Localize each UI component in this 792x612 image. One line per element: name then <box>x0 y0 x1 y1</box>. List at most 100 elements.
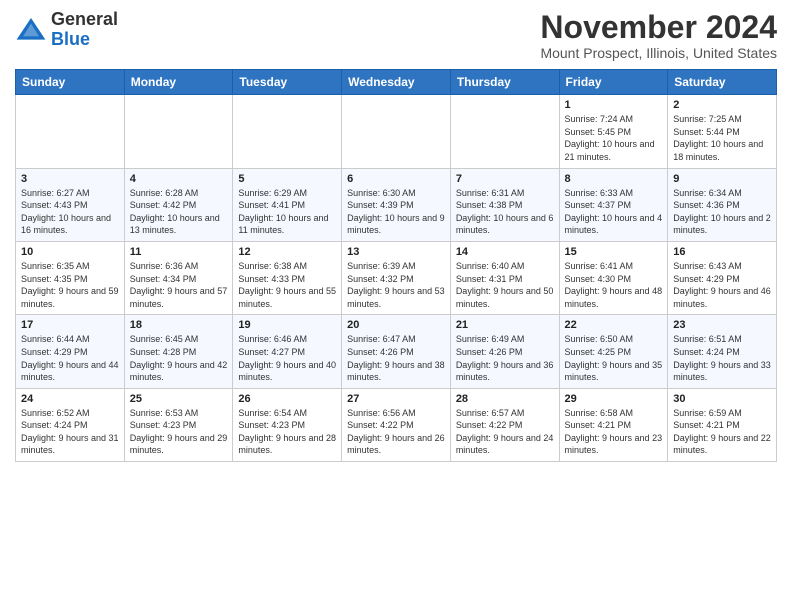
day-info: Sunrise: 6:31 AM Sunset: 4:38 PM Dayligh… <box>456 187 554 237</box>
logo-icon <box>15 14 47 46</box>
day-number: 5 <box>238 173 336 185</box>
calendar-cell <box>233 95 342 168</box>
day-number: 24 <box>21 393 119 405</box>
weekday-header-saturday: Saturday <box>668 70 777 95</box>
day-info: Sunrise: 6:51 AM Sunset: 4:24 PM Dayligh… <box>673 333 771 383</box>
day-info: Sunrise: 6:27 AM Sunset: 4:43 PM Dayligh… <box>21 187 119 237</box>
day-number: 6 <box>347 173 445 185</box>
day-info: Sunrise: 7:24 AM Sunset: 5:45 PM Dayligh… <box>565 113 663 163</box>
calendar-week-row: 24 Sunrise: 6:52 AM Sunset: 4:24 PM Dayli… <box>16 388 777 461</box>
calendar-cell: 23 Sunrise: 6:51 AM Sunset: 4:24 PM Dayli… <box>668 315 777 388</box>
weekday-header-friday: Friday <box>559 70 668 95</box>
calendar-cell: 18Sunrise: 6:45 AM Sunset: 4:28 PM Dayli… <box>124 315 233 388</box>
title-block: November 2024 Mount Prospect, Illinois, … <box>540 10 777 61</box>
calendar-cell: 21 Sunrise: 6:49 AM Sunset: 4:26 PM Dayli… <box>450 315 559 388</box>
day-number: 15 <box>565 246 663 258</box>
calendar-cell <box>450 95 559 168</box>
day-number: 9 <box>673 173 771 185</box>
day-number: 3 <box>21 173 119 185</box>
page: General Blue November 2024 Mount Prospec… <box>0 0 792 477</box>
calendar-cell: 20 Sunrise: 6:47 AM Sunset: 4:26 PM Dayli… <box>342 315 451 388</box>
calendar-cell: 16Sunrise: 6:43 AM Sunset: 4:29 PM Dayli… <box>668 241 777 314</box>
day-info: Sunrise: 6:58 AM Sunset: 4:21 PM Dayligh… <box>565 407 663 457</box>
calendar-cell: 19 Sunrise: 6:46 AM Sunset: 4:27 PM Dayli… <box>233 315 342 388</box>
calendar-cell: 28Sunrise: 6:57 AM Sunset: 4:22 PM Dayli… <box>450 388 559 461</box>
day-number: 21 <box>456 319 554 331</box>
calendar-cell: 1 Sunrise: 7:24 AM Sunset: 5:45 PM Daylig… <box>559 95 668 168</box>
day-info: Sunrise: 6:57 AM Sunset: 4:22 PM Dayligh… <box>456 407 554 457</box>
weekday-header-tuesday: Tuesday <box>233 70 342 95</box>
calendar-cell: 30 Sunrise: 6:59 AM Sunset: 4:21 PM Dayli… <box>668 388 777 461</box>
day-number: 22 <box>565 319 663 331</box>
calendar-cell: 22 Sunrise: 6:50 AM Sunset: 4:25 PM Dayli… <box>559 315 668 388</box>
day-info: Sunrise: 6:39 AM Sunset: 4:32 PM Dayligh… <box>347 260 445 310</box>
calendar-cell: 29 Sunrise: 6:58 AM Sunset: 4:21 PM Dayli… <box>559 388 668 461</box>
day-number: 25 <box>130 393 228 405</box>
day-number: 16 <box>673 246 771 258</box>
day-number: 8 <box>565 173 663 185</box>
day-info: Sunrise: 6:36 AM Sunset: 4:34 PM Dayligh… <box>130 260 228 310</box>
day-info: Sunrise: 6:50 AM Sunset: 4:25 PM Dayligh… <box>565 333 663 383</box>
calendar-cell: 17 Sunrise: 6:44 AM Sunset: 4:29 PM Dayli… <box>16 315 125 388</box>
day-info: Sunrise: 6:33 AM Sunset: 4:37 PM Dayligh… <box>565 187 663 237</box>
logo-text: General Blue <box>51 10 118 50</box>
day-number: 17 <box>21 319 119 331</box>
calendar-cell <box>124 95 233 168</box>
calendar-cell: 10Sunrise: 6:35 AM Sunset: 4:35 PM Dayli… <box>16 241 125 314</box>
calendar-cell: 6 Sunrise: 6:30 AM Sunset: 4:39 PM Daylig… <box>342 168 451 241</box>
calendar-cell: 9 Sunrise: 6:34 AM Sunset: 4:36 PM Daylig… <box>668 168 777 241</box>
calendar-cell: 15 Sunrise: 6:41 AM Sunset: 4:30 PM Dayli… <box>559 241 668 314</box>
day-number: 14 <box>456 246 554 258</box>
calendar-cell: 14 Sunrise: 6:40 AM Sunset: 4:31 PM Dayli… <box>450 241 559 314</box>
calendar-header: SundayMondayTuesdayWednesdayThursdayFrid… <box>16 70 777 95</box>
day-info: Sunrise: 6:40 AM Sunset: 4:31 PM Dayligh… <box>456 260 554 310</box>
calendar-cell: 26Sunrise: 6:54 AM Sunset: 4:23 PM Dayli… <box>233 388 342 461</box>
day-info: Sunrise: 6:59 AM Sunset: 4:21 PM Dayligh… <box>673 407 771 457</box>
calendar-cell: 2 Sunrise: 7:25 AM Sunset: 5:44 PM Daylig… <box>668 95 777 168</box>
day-info: Sunrise: 7:25 AM Sunset: 5:44 PM Dayligh… <box>673 113 771 163</box>
day-info: Sunrise: 6:49 AM Sunset: 4:26 PM Dayligh… <box>456 333 554 383</box>
weekday-header-monday: Monday <box>124 70 233 95</box>
day-info: Sunrise: 6:52 AM Sunset: 4:24 PM Dayligh… <box>21 407 119 457</box>
weekday-header-sunday: Sunday <box>16 70 125 95</box>
calendar-cell: 12Sunrise: 6:38 AM Sunset: 4:33 PM Dayli… <box>233 241 342 314</box>
logo-blue: Blue <box>51 29 90 49</box>
day-info: Sunrise: 6:45 AM Sunset: 4:28 PM Dayligh… <box>130 333 228 383</box>
header: General Blue November 2024 Mount Prospec… <box>15 10 777 61</box>
logo-general: General <box>51 9 118 29</box>
day-info: Sunrise: 6:54 AM Sunset: 4:23 PM Dayligh… <box>238 407 336 457</box>
day-number: 11 <box>130 246 228 258</box>
calendar-week-row: 3 Sunrise: 6:27 AM Sunset: 4:43 PM Daylig… <box>16 168 777 241</box>
day-number: 4 <box>130 173 228 185</box>
calendar-cell: 27Sunrise: 6:56 AM Sunset: 4:22 PM Dayli… <box>342 388 451 461</box>
day-number: 2 <box>673 99 771 111</box>
day-info: Sunrise: 6:44 AM Sunset: 4:29 PM Dayligh… <box>21 333 119 383</box>
day-info: Sunrise: 6:28 AM Sunset: 4:42 PM Dayligh… <box>130 187 228 237</box>
day-number: 1 <box>565 99 663 111</box>
calendar-cell: 3 Sunrise: 6:27 AM Sunset: 4:43 PM Daylig… <box>16 168 125 241</box>
day-number: 23 <box>673 319 771 331</box>
calendar-week-row: 1 Sunrise: 7:24 AM Sunset: 5:45 PM Daylig… <box>16 95 777 168</box>
day-number: 27 <box>347 393 445 405</box>
day-info: Sunrise: 6:30 AM Sunset: 4:39 PM Dayligh… <box>347 187 445 237</box>
day-number: 10 <box>21 246 119 258</box>
day-info: Sunrise: 6:34 AM Sunset: 4:36 PM Dayligh… <box>673 187 771 237</box>
calendar-body: 1 Sunrise: 7:24 AM Sunset: 5:45 PM Daylig… <box>16 95 777 462</box>
calendar-cell: 25Sunrise: 6:53 AM Sunset: 4:23 PM Dayli… <box>124 388 233 461</box>
calendar-cell <box>16 95 125 168</box>
calendar-week-row: 10Sunrise: 6:35 AM Sunset: 4:35 PM Dayli… <box>16 241 777 314</box>
calendar-cell: 11 Sunrise: 6:36 AM Sunset: 4:34 PM Dayli… <box>124 241 233 314</box>
calendar-cell: 5Sunrise: 6:29 AM Sunset: 4:41 PM Daylig… <box>233 168 342 241</box>
day-info: Sunrise: 6:46 AM Sunset: 4:27 PM Dayligh… <box>238 333 336 383</box>
day-info: Sunrise: 6:47 AM Sunset: 4:26 PM Dayligh… <box>347 333 445 383</box>
day-number: 30 <box>673 393 771 405</box>
weekday-header-wednesday: Wednesday <box>342 70 451 95</box>
logo: General Blue <box>15 10 118 50</box>
day-number: 13 <box>347 246 445 258</box>
day-info: Sunrise: 6:41 AM Sunset: 4:30 PM Dayligh… <box>565 260 663 310</box>
day-number: 29 <box>565 393 663 405</box>
day-number: 12 <box>238 246 336 258</box>
weekday-header-row: SundayMondayTuesdayWednesdayThursdayFrid… <box>16 70 777 95</box>
day-number: 19 <box>238 319 336 331</box>
day-number: 20 <box>347 319 445 331</box>
